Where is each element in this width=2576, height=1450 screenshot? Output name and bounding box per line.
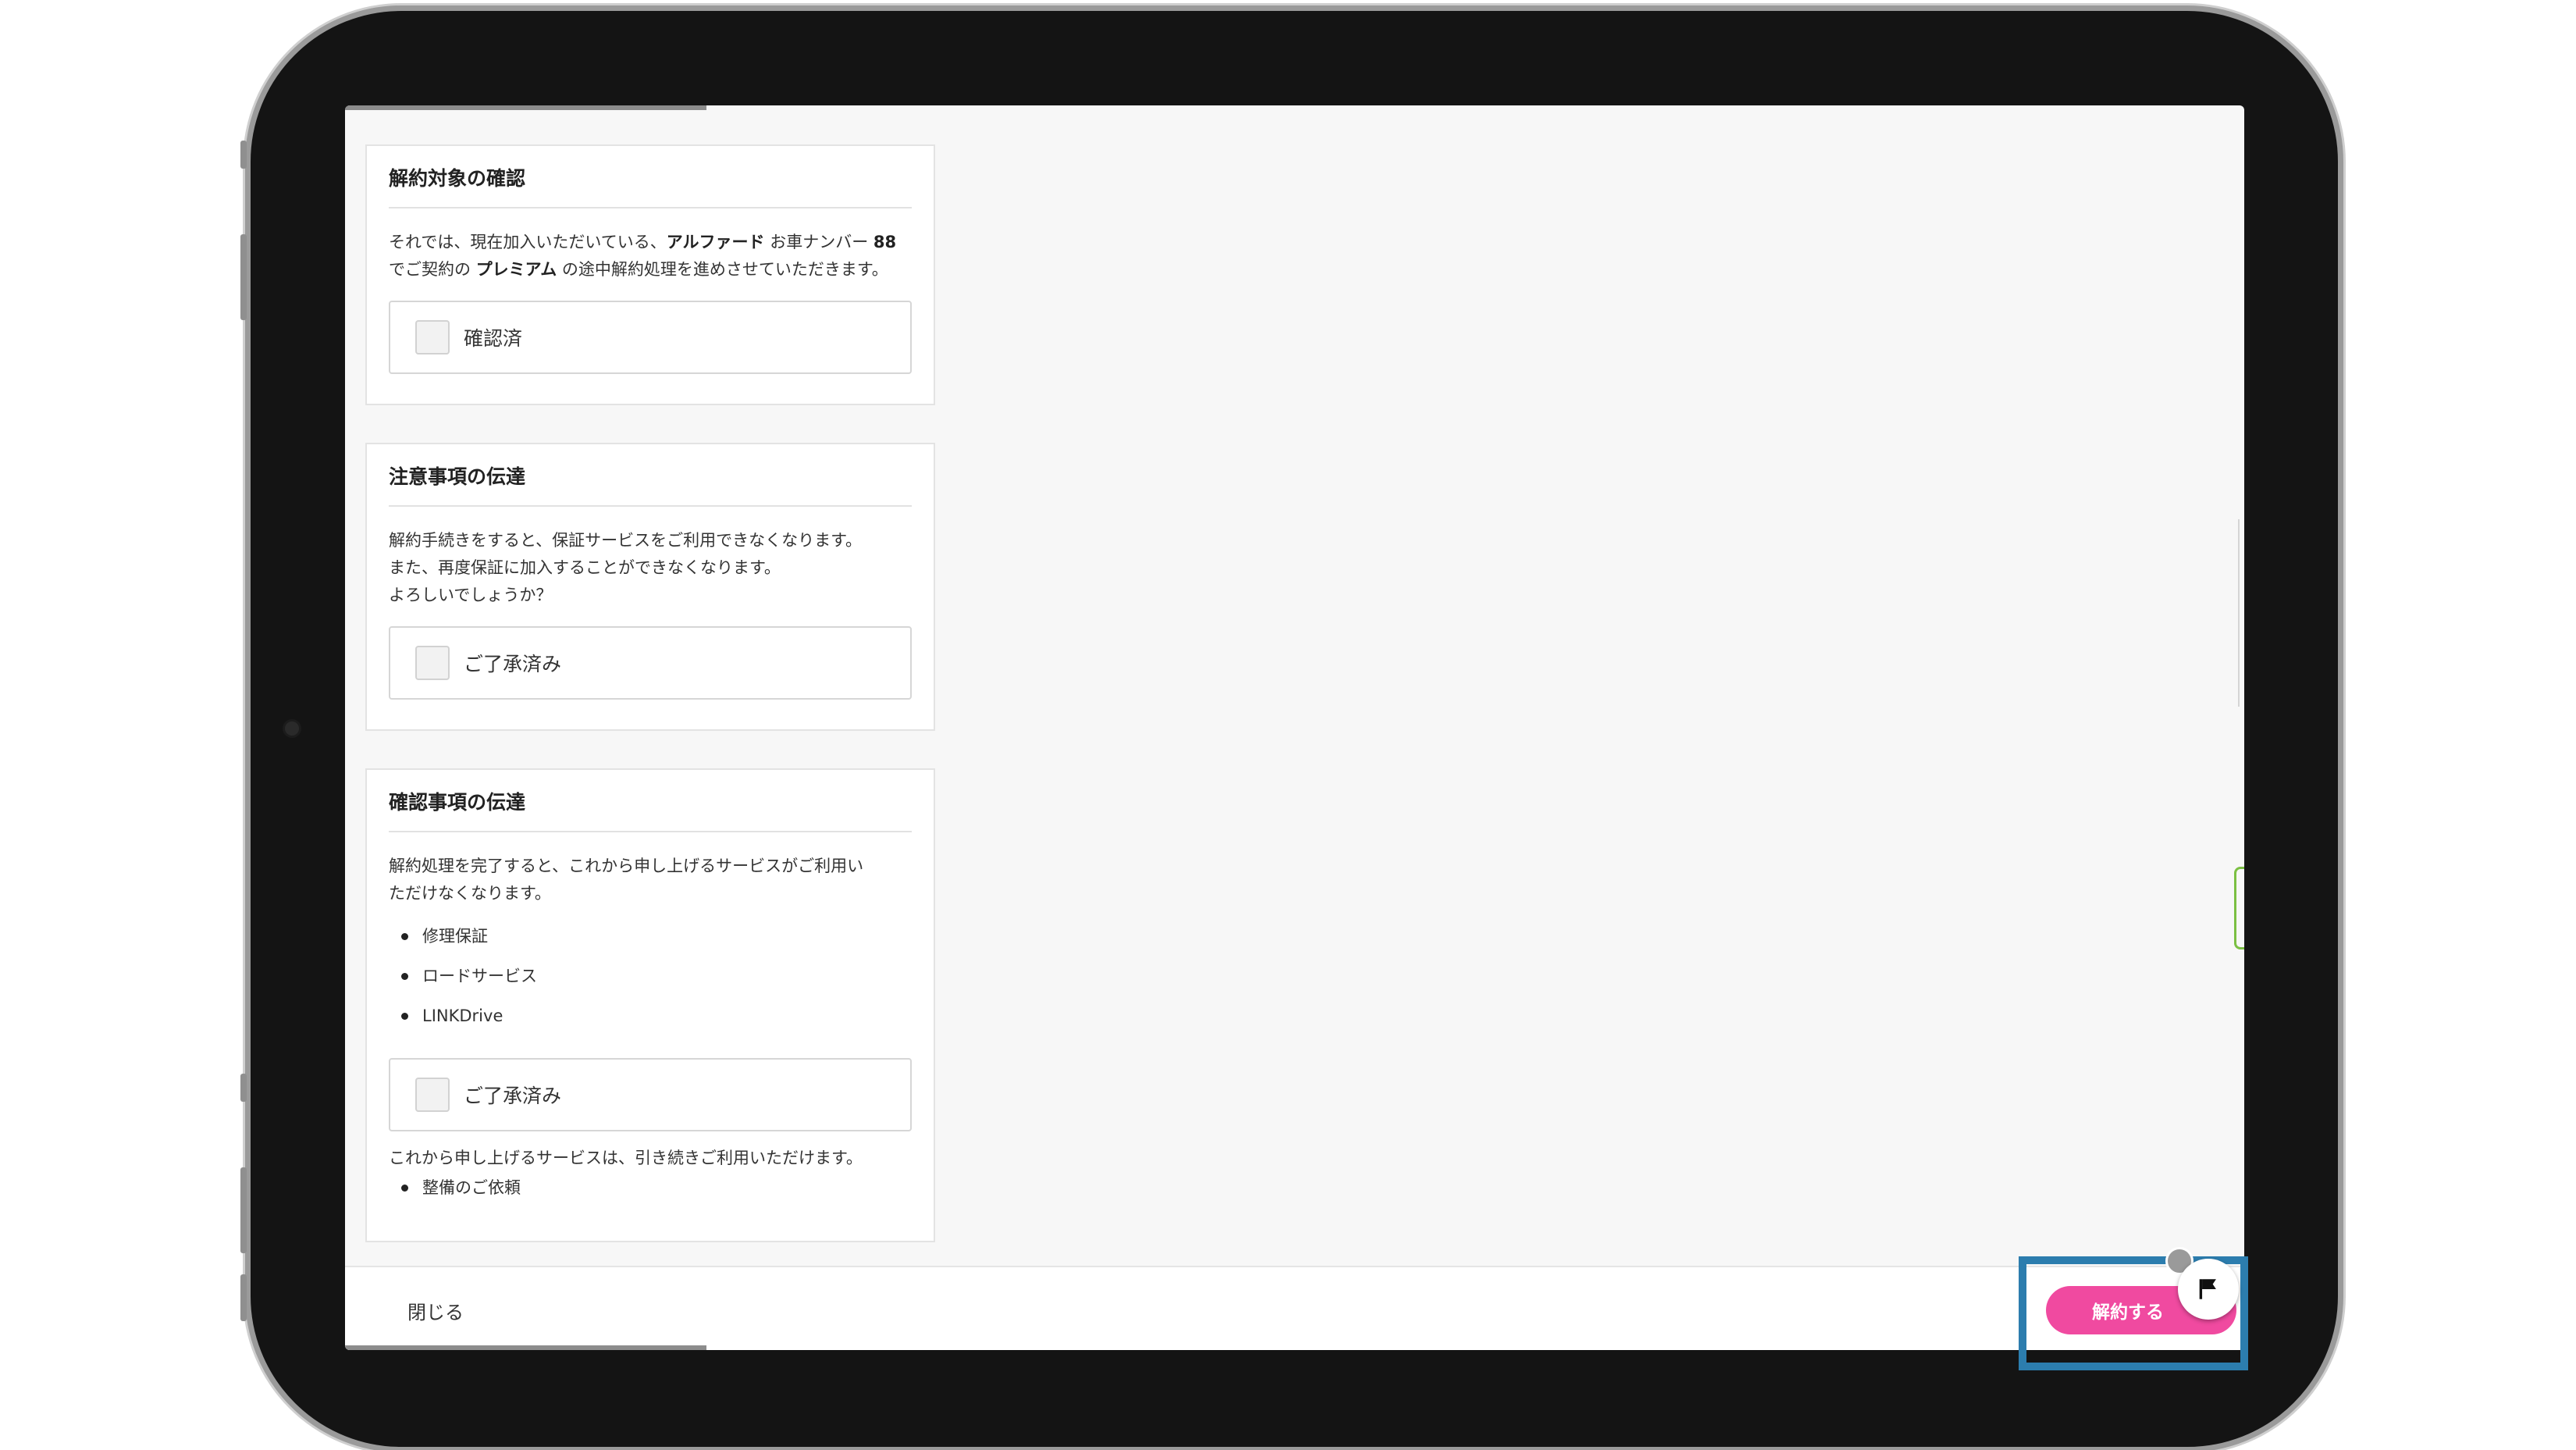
side-button-bottom-1 (240, 1167, 247, 1253)
service-name: LINKDrive (422, 1006, 503, 1025)
section-body: それでは、現在加入いただいている、アルファード お車ナンバー 88 でご契約の … (389, 229, 912, 283)
body-text: お車ナンバー (764, 233, 873, 251)
car-number: 88 (873, 233, 897, 251)
section-body: 解約処理を完了すると、これから申し上げるサービスがご利用い ただけなくなります。 (389, 853, 912, 907)
list-item: LINKDrive (401, 996, 912, 1036)
footer-bar: 閉じる 解約する (345, 1266, 2244, 1350)
front-camera (283, 719, 301, 738)
ended-services-list: 修理保証 ロードサービス LINKDrive (389, 917, 912, 1036)
plan-name: プレミアム (475, 260, 557, 279)
bullet-icon (401, 973, 408, 980)
checkbox-label: ご了承済み (464, 1085, 562, 1107)
volume-button-top (240, 141, 247, 169)
volume-button-low (240, 1074, 247, 1102)
list-item: 修理保証 (401, 917, 912, 957)
stage: 解約対象の確認 それでは、現在加入いただいている、アルファード お車ナンバー 8… (0, 0, 2576, 1450)
list-item: 整備のご依頼 (401, 1172, 912, 1203)
services-acknowledged-checkbox[interactable] (415, 1078, 450, 1112)
body-text: の途中解約処理を進めさせていただきます。 (557, 260, 888, 279)
section-confirmation: 確認事項の伝達 解約処理を完了すると、これから申し上げるサービスがご利用い ただ… (365, 768, 935, 1242)
side-tab-handle[interactable] (2234, 867, 2244, 949)
top-progress-strip (345, 105, 706, 110)
section-title: 解約対象の確認 (389, 163, 912, 208)
section-cancel-target: 解約対象の確認 それでは、現在加入いただいている、アルファード お車ナンバー 8… (365, 144, 935, 405)
section-title: 注意事項の伝達 (389, 461, 912, 507)
bullet-icon (401, 1013, 408, 1020)
acknowledged-checkbox[interactable] (415, 646, 450, 680)
acknowledged-checkbox-row[interactable]: ご了承済み (389, 626, 912, 700)
body-line: ただけなくなります。 (389, 884, 551, 903)
section-notice: 注意事項の伝達 解約手続きをすると、保証サービスをご利用できなくなります。 また… (365, 443, 935, 731)
service-name: ロードサービス (422, 967, 537, 985)
services-acknowledged-checkbox-row[interactable]: ご了承済み (389, 1058, 912, 1131)
side-button-bottom-2 (240, 1274, 247, 1321)
confirmed-checkbox-row[interactable]: 確認済 (389, 301, 912, 374)
confirmed-checkbox[interactable] (415, 320, 450, 354)
app-screen: 解約対象の確認 それでは、現在加入いただいている、アルファード お車ナンバー 8… (345, 105, 2244, 1350)
flag-button[interactable] (2178, 1259, 2239, 1320)
service-name: 整備のご依頼 (422, 1178, 521, 1197)
body-line: 解約処理を完了すると、これから申し上げるサービスがご利用い (389, 857, 864, 875)
body-line: また、再度保証に加入することができなくなります。 (389, 558, 781, 577)
section-body: 解約手続きをすると、保証サービスをご利用できなくなります。 また、再度保証に加入… (389, 527, 912, 609)
bottom-progress-strip (345, 1345, 706, 1350)
side-panel-edge (2238, 519, 2244, 707)
body-line: よろしいでしょうか？ (389, 586, 553, 604)
checkbox-label: 確認済 (464, 327, 523, 350)
section-title: 確認事項の伝達 (389, 787, 912, 832)
list-item: ロードサービス (401, 957, 912, 996)
flag-icon (2199, 1279, 2216, 1299)
content-column: 解約対象の確認 それでは、現在加入いただいている、アルファード お車ナンバー 8… (365, 144, 935, 1280)
continuing-services-list: 整備のご依頼 (389, 1172, 912, 1203)
service-name: 修理保証 (422, 927, 488, 946)
close-button[interactable]: 閉じる (407, 1297, 464, 1324)
body-line: 解約手続きをすると、保証サービスをご利用できなくなります。 (389, 531, 863, 550)
checkbox-label: ご了承済み (464, 653, 562, 675)
continuing-services-text: これから申し上げるサービスは、引き続きご利用いただけます。 (389, 1149, 863, 1167)
body-text: でご契約の (389, 260, 476, 279)
car-model: アルファード (666, 233, 765, 251)
body-text: それでは、現在加入いただいている、 (389, 233, 667, 251)
bullet-icon (401, 933, 408, 940)
bullet-icon (401, 1184, 408, 1192)
volume-button-mid (240, 234, 247, 320)
